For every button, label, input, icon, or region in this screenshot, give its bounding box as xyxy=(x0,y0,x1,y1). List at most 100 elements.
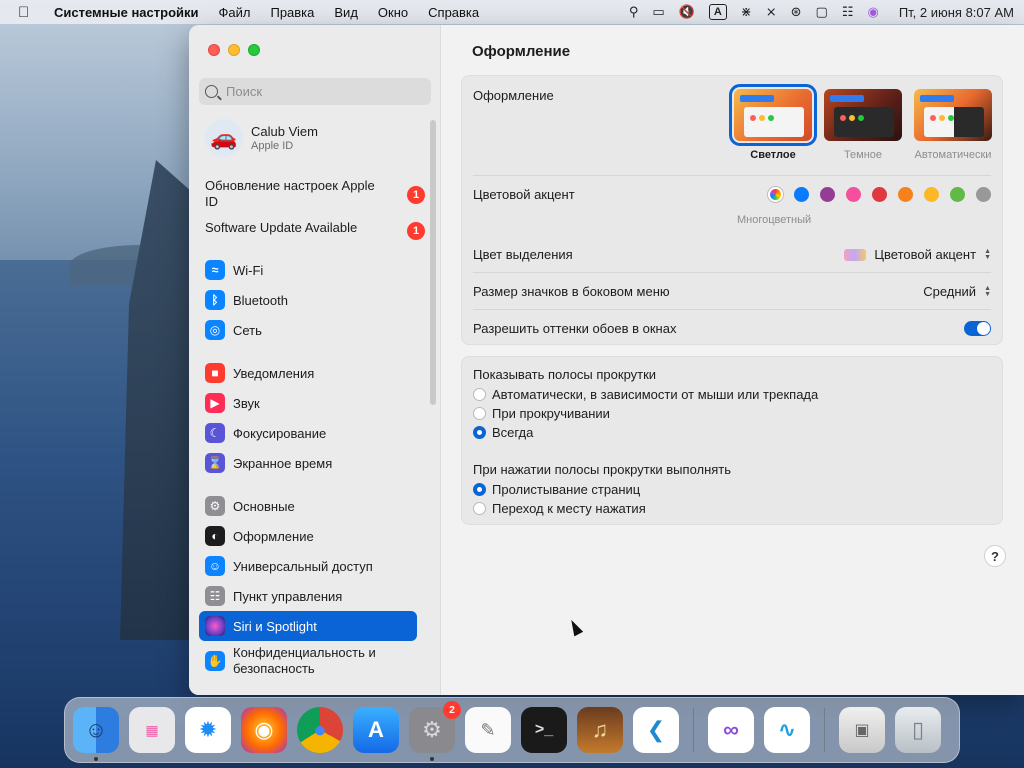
icon-size-popup[interactable]: Средний ▲ ▼ xyxy=(923,284,991,299)
radio-button-selected[interactable] xyxy=(473,426,486,439)
sidebar-item-focus[interactable]: ☾ Фокусирование xyxy=(199,418,417,448)
apple-menu-icon[interactable]:  xyxy=(18,4,40,21)
user-name: Calub Viem xyxy=(251,124,318,139)
radio-button[interactable] xyxy=(473,407,486,420)
accent-green[interactable] xyxy=(950,187,965,202)
control-center-status-icon[interactable]: ☷ xyxy=(842,4,854,20)
bell-icon: ■ xyxy=(205,363,225,383)
system-settings-badge: 2 xyxy=(443,701,461,719)
search-input[interactable] xyxy=(226,84,416,99)
visual-studio-icon[interactable]: ∞ xyxy=(708,707,754,753)
input-source-indicator[interactable]: A xyxy=(708,4,727,20)
accent-purple[interactable] xyxy=(820,187,835,202)
accent-blue[interactable] xyxy=(794,187,809,202)
screen-mirroring-icon[interactable]: ▭ xyxy=(652,4,664,20)
display-icon[interactable]: ▢ xyxy=(816,4,828,20)
chevron-updown-icon: ▲ ▼ xyxy=(984,247,991,261)
accent-red[interactable] xyxy=(872,187,887,202)
menu-file[interactable]: Файл xyxy=(219,5,251,20)
notice-software-update[interactable]: Software Update Available 1 xyxy=(205,220,425,240)
vscode-icon[interactable]: ❮ xyxy=(633,707,679,753)
sidebar-item-screen-time[interactable]: ⌛ Экранное время xyxy=(199,448,417,478)
sidebar-item-privacy[interactable]: ✋ Конфиденциальность и безопасность xyxy=(199,641,417,681)
menu-view[interactable]: Вид xyxy=(334,5,358,20)
radio-button[interactable] xyxy=(473,502,486,515)
sidebar-item-label: Сеть xyxy=(233,322,262,338)
wifi-status-icon[interactable]: ⊛ xyxy=(791,4,802,20)
radio-button[interactable] xyxy=(473,388,486,401)
accent-orange[interactable] xyxy=(898,187,913,202)
spotlight-icon[interactable]: ⚲ xyxy=(629,4,639,20)
safari-icon[interactable]: ✹ xyxy=(185,707,231,753)
click-scroll-option-page[interactable]: Пролистывание страниц xyxy=(473,482,991,497)
launchpad-icon[interactable]: ▦ xyxy=(129,707,175,753)
notice-label: Software Update Available xyxy=(205,220,358,235)
highlight-popup[interactable]: Цветовой акцент ▲ ▼ xyxy=(844,247,991,262)
wallpaper-tint-toggle[interactable] xyxy=(964,321,991,336)
dock-separator xyxy=(824,708,825,752)
sidebar-item-general[interactable]: ⚙ Основные xyxy=(199,491,417,521)
menu-clock[interactable]: Пт, 2 июня 8:07 AM xyxy=(899,5,1014,20)
search-field[interactable] xyxy=(199,78,431,105)
notice-label: Обновление настроек Apple ID xyxy=(205,178,375,209)
sidebar-item-label: Bluetooth xyxy=(233,292,288,308)
network-icon[interactable]: ⋇ xyxy=(741,4,752,20)
accent-yellow[interactable] xyxy=(924,187,939,202)
minimize-button[interactable] xyxy=(228,44,240,56)
menu-app-name[interactable]: Системные настройки xyxy=(54,5,199,20)
trash-icon[interactable]: ▯ xyxy=(895,707,941,753)
sidebar-item-sound[interactable]: ▶ Звук xyxy=(199,388,417,418)
notice-apple-id-update[interactable]: Обновление настроек Apple ID 1 xyxy=(205,178,425,210)
wallpaper-tint-row: Разрешить оттенки обоев в окнах xyxy=(473,321,991,336)
apple-id-row[interactable]: 🚗 Calub Viem Apple ID xyxy=(205,119,318,157)
accent-graphite[interactable] xyxy=(976,187,991,202)
disk-image-icon[interactable]: ▣ xyxy=(839,707,885,753)
highlight-swatch xyxy=(844,248,867,261)
freeform-icon[interactable]: ∿ xyxy=(764,707,810,753)
icon-size-label: Размер значков в боковом меню xyxy=(473,284,670,299)
finder-icon[interactable]: ☺ xyxy=(73,707,119,761)
garageband-icon[interactable]: ♫ xyxy=(577,707,623,753)
radio-button-selected[interactable] xyxy=(473,483,486,496)
accent-multicolor[interactable] xyxy=(768,187,783,202)
sidebar-item-control-center[interactable]: ☷ Пункт управления xyxy=(199,581,417,611)
scrollbars-option-always[interactable]: Всегда xyxy=(473,425,991,440)
firefox-icon[interactable]: ◉ xyxy=(241,707,287,753)
sidebar-item-network[interactable]: ◎ Сеть xyxy=(199,315,417,345)
user-subtitle: Apple ID xyxy=(251,140,294,152)
scrollbars-option-auto[interactable]: Автоматически, в зависимости от мыши или… xyxy=(473,387,991,402)
mute-icon[interactable]: 🔇 xyxy=(679,4,695,20)
menu-bar:  Системные настройки Файл Правка Вид Ок… xyxy=(0,0,1024,24)
sidebar-item-label: Уведомления xyxy=(233,365,315,381)
siri-status-icon[interactable]: ◉ xyxy=(867,4,878,20)
scrollbars-option-scrolling[interactable]: При прокручивании xyxy=(473,406,991,421)
menu-edit[interactable]: Правка xyxy=(270,5,314,20)
no-connection-icon[interactable]: ⨯ xyxy=(766,4,777,20)
menu-window[interactable]: Окно xyxy=(378,5,408,20)
system-settings-icon[interactable]: ⚙ 2 xyxy=(409,701,461,761)
sidebar-item-accessibility[interactable]: ☺ Универсальный доступ xyxy=(199,551,417,581)
zoom-button[interactable] xyxy=(248,44,260,56)
theme-picker: Светлое Темное Автоматически xyxy=(729,84,992,161)
accent-pink[interactable] xyxy=(846,187,861,202)
chrome-icon[interactable]: ● xyxy=(297,707,343,753)
theme-light[interactable]: Светлое xyxy=(729,84,817,161)
close-button[interactable] xyxy=(208,44,220,56)
appearance-label: Оформление xyxy=(473,88,554,103)
terminal-icon[interactable]: >_ xyxy=(521,707,567,753)
appearance-icon: ◐ xyxy=(205,526,225,546)
sidebar-item-notifications[interactable]: ■ Уведомления xyxy=(199,358,417,388)
click-scroll-option-jump[interactable]: Переход к месту нажатия xyxy=(473,501,991,516)
help-button[interactable]: ? xyxy=(984,545,1006,567)
sidebar-item-appearance[interactable]: ◐ Оформление xyxy=(199,521,417,551)
sidebar-item-wifi[interactable]: ≈ Wi-Fi xyxy=(199,255,417,285)
sidebar-item-bluetooth[interactable]: ᛒ Bluetooth xyxy=(199,285,417,315)
theme-dark[interactable]: Темное xyxy=(824,89,902,161)
click-scroll-heading: При нажатии полосы прокрутки выполнять xyxy=(473,462,991,477)
textedit-icon[interactable]: ✎ xyxy=(465,707,511,753)
sidebar-scrollbar[interactable] xyxy=(430,120,436,405)
theme-auto[interactable]: Автоматически xyxy=(914,89,992,161)
app-store-icon[interactable]: A xyxy=(353,707,399,753)
sidebar-item-siri-spotlight[interactable]: Siri и Spotlight xyxy=(199,611,417,641)
menu-help[interactable]: Справка xyxy=(428,5,479,20)
